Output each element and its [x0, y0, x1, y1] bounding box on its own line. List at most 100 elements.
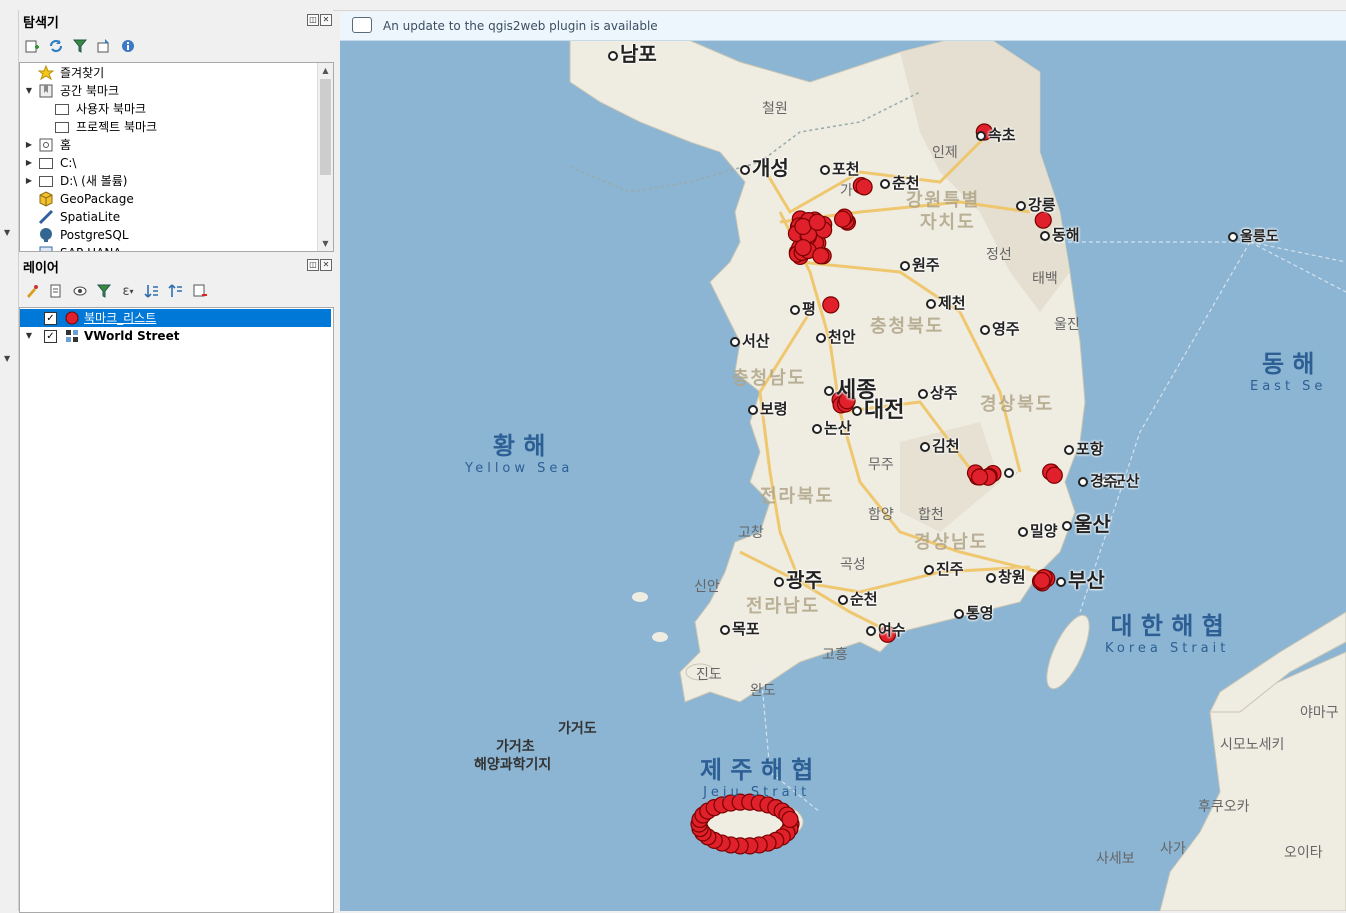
visibility-icon[interactable]: [71, 282, 89, 300]
collapse-all-icon[interactable]: [167, 282, 185, 300]
city-name: 제천: [938, 294, 966, 312]
city-dot-icon: [812, 423, 822, 434]
chevron-right-icon[interactable]: ▶: [24, 136, 34, 154]
place-label: 오이타: [1284, 845, 1323, 861]
city-name: 강릉: [1028, 196, 1056, 214]
style-icon[interactable]: [23, 282, 41, 300]
expression-icon[interactable]: ε ▾: [119, 282, 137, 300]
collapse-icon[interactable]: [95, 37, 113, 55]
city-label: 순천: [838, 588, 878, 609]
city-label: 울산: [1062, 508, 1111, 537]
city-dot-icon: [1018, 526, 1028, 537]
city-dot-icon: [1064, 444, 1074, 455]
scroll-thumb[interactable]: [320, 79, 331, 175]
city-name: 보령: [760, 400, 788, 418]
remove-layer-icon[interactable]: [191, 282, 209, 300]
city-label: 대전: [852, 392, 904, 424]
chevron-down-icon[interactable]: ▼: [24, 82, 34, 100]
sap-hana-icon: [38, 245, 54, 251]
geopackage-icon: [38, 191, 54, 207]
bookmark-point: [970, 468, 989, 486]
browser-item[interactable]: ▶ 홈: [20, 136, 316, 154]
info-icon[interactable]: [119, 37, 137, 55]
expand-all-icon[interactable]: [143, 282, 161, 300]
browser-item[interactable]: ▶ D:\ (새 볼륨): [20, 172, 316, 190]
browser-toolbar: [23, 36, 137, 56]
scroll-up-icon[interactable]: ▲: [318, 63, 333, 78]
layer-visibility-checkbox[interactable]: ✓: [44, 312, 57, 325]
browser-item-label: 프로젝트 북마크: [76, 120, 158, 134]
city-name: 김천: [932, 437, 960, 455]
city-label: 속초: [976, 124, 1016, 145]
browser-item[interactable]: ▼ 공간 북마크: [20, 82, 316, 100]
browser-item[interactable]: 프로젝트 북마크: [20, 118, 316, 136]
sea-label: 황 해 Yellow Sea: [465, 426, 573, 476]
browser-item[interactable]: SpatiaLite: [20, 208, 316, 226]
city-name: 통영: [966, 604, 994, 622]
layer-item[interactable]: ✓ 북마크_리스트: [20, 309, 331, 327]
city-label: 서산: [730, 330, 770, 351]
scroll-down-icon[interactable]: ▼: [318, 236, 333, 251]
dock-arrow-icon[interactable]: ▼: [4, 228, 10, 237]
sea-label-ko: 제 주 해 협: [700, 756, 814, 784]
browser-item[interactable]: GeoPackage: [20, 190, 316, 208]
add-group-icon[interactable]: [47, 282, 65, 300]
refresh-icon[interactable]: [47, 37, 65, 55]
region-label: 경상남도: [914, 532, 989, 553]
filter-icon[interactable]: [71, 37, 89, 55]
browser-item[interactable]: 사용자 북마크: [20, 100, 316, 118]
browser-item[interactable]: PostgreSQL: [20, 226, 316, 244]
layer-visibility-checkbox[interactable]: ✓: [44, 330, 57, 343]
city-dot-icon: [720, 624, 730, 635]
place-label: 진도: [696, 667, 722, 683]
message-bar: An update to the qgis2web plugin is avai…: [340, 12, 1346, 41]
dock-arrow-icon[interactable]: ▼: [4, 354, 10, 363]
layer-item[interactable]: ▼ ✓ VWorld Street: [20, 327, 331, 345]
city-name: 서산: [742, 332, 770, 350]
close-panel-icon[interactable]: ✕: [320, 14, 332, 26]
city-label: 보령: [748, 398, 788, 419]
chevron-down-icon[interactable]: ▼: [24, 327, 34, 345]
city-dot-icon: [900, 260, 910, 271]
region-label: 전라북도: [760, 486, 835, 507]
float-panel-icon[interactable]: ◫: [307, 14, 319, 26]
layer-tree: ✓ 북마크_리스트 ▼ ✓ VWorld Street: [19, 307, 334, 913]
city-name: 순천: [850, 590, 878, 608]
chevron-right-icon[interactable]: ▶: [24, 154, 34, 172]
island-label: 가거초: [496, 739, 535, 755]
chevron-right-icon[interactable]: ▶: [24, 172, 34, 190]
city-name: 울릉도: [1240, 229, 1279, 245]
bookmark-point: [1045, 466, 1063, 484]
city-label: 논산: [812, 417, 852, 438]
close-panel-icon[interactable]: ✕: [320, 259, 332, 271]
city-label: 여수: [866, 619, 906, 640]
browser-item-label: SpatiaLite: [60, 210, 121, 224]
folder-icon: [54, 101, 70, 117]
layer-label: VWorld Street: [84, 329, 180, 343]
map-canvas[interactable]: 황 해 Yellow Sea 동 해 East Se 대 한 해 협 Korea St…: [340, 12, 1346, 911]
city-dot-icon: [852, 406, 862, 416]
browser-item[interactable]: 즐겨찾기: [20, 64, 316, 82]
city-name: 창원: [998, 568, 1026, 586]
place-label: 신안: [694, 579, 720, 595]
browser-item-label: SAP HANA: [60, 244, 122, 251]
city-label: 남포: [608, 38, 657, 67]
region-label: 전라남도: [746, 596, 821, 617]
browser-scrollbar[interactable]: ▲ ▼: [317, 63, 333, 251]
city-dot-icon: [880, 178, 890, 189]
city-dot-icon: [980, 324, 990, 335]
add-icon[interactable]: [23, 37, 41, 55]
browser-item-label: D:\ (새 볼륨): [60, 174, 128, 188]
city-name: 대전: [864, 398, 905, 423]
spatialite-icon: [38, 209, 54, 225]
browser-item[interactable]: SAP HANA: [20, 244, 316, 251]
float-panel-icon[interactable]: ◫: [307, 259, 319, 271]
island-label: 해양과학기지: [474, 757, 552, 773]
place-label: 사세보: [1096, 851, 1135, 867]
city-name: 구: [1016, 473, 1017, 475]
browser-item[interactable]: ▶ C:\: [20, 154, 316, 172]
place-label: 곡성: [840, 557, 866, 573]
city-dot-icon: [976, 130, 986, 141]
filter-layer-icon[interactable]: [95, 282, 113, 300]
place-label: 정선: [986, 247, 1012, 263]
